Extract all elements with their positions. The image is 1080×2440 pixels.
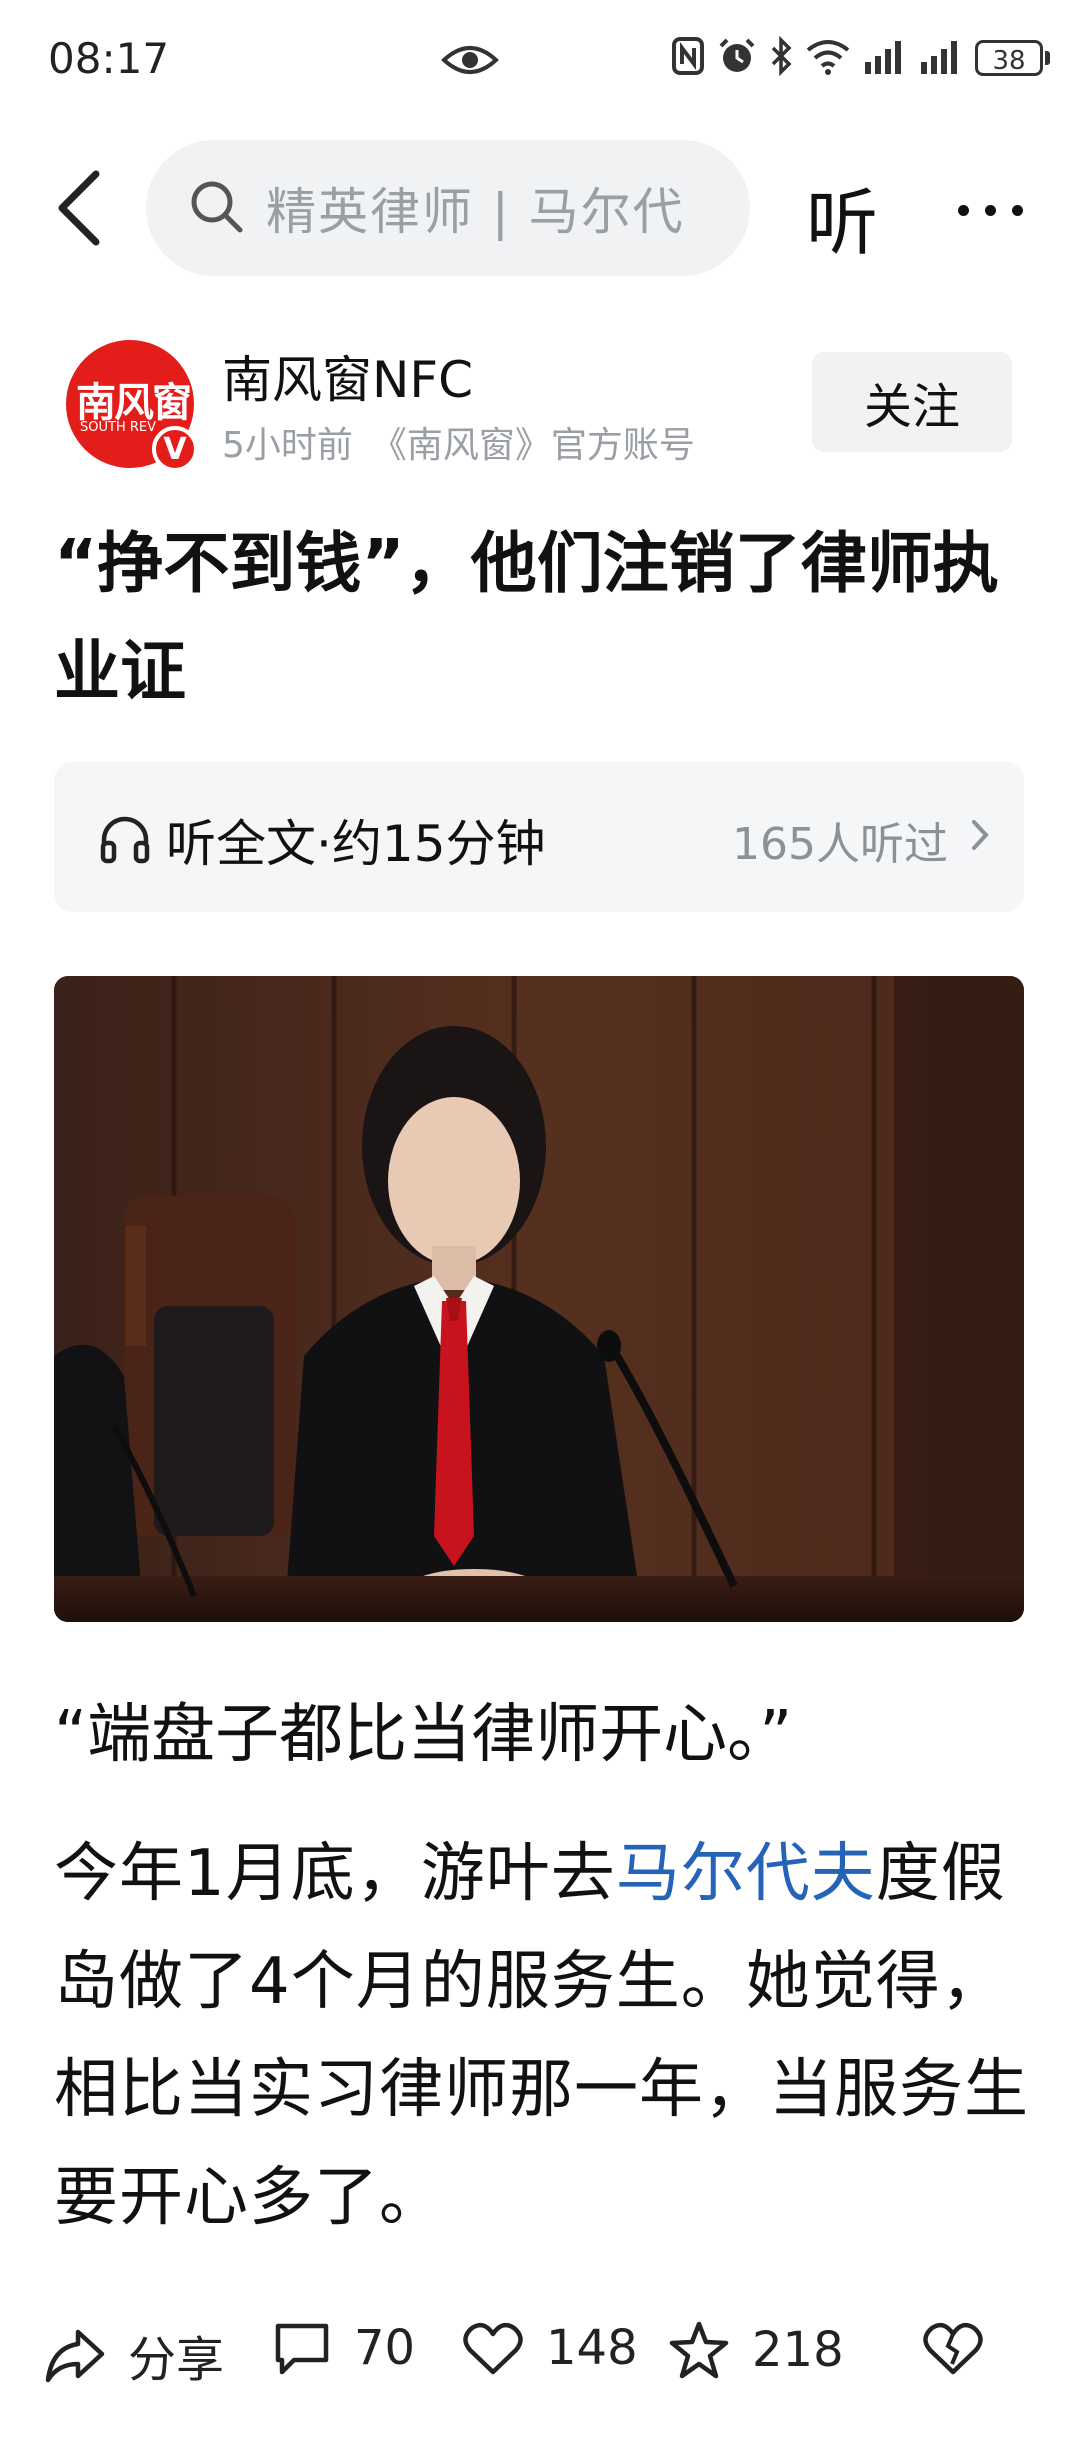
author-name[interactable]: 南风窗NFC — [222, 340, 473, 412]
article-paragraph: 今年1月底，游叶去马尔代夫度假岛做了4个月的服务生。她觉得，相比当实习律师那一年… — [54, 1820, 1044, 2252]
eye-icon — [440, 40, 500, 84]
nfc-icon — [671, 36, 705, 80]
bluetooth-icon — [769, 35, 793, 80]
avatar-logo-subtext: SOUTH REV — [80, 420, 156, 435]
status-icons: 38 — [671, 35, 1050, 80]
comment-button[interactable]: 70 — [272, 2320, 415, 2376]
listen-count: 165人听过 — [732, 819, 948, 870]
like-button[interactable]: 148 — [462, 2320, 638, 2376]
signal-icon — [919, 36, 963, 80]
bottom-action-bar: 分享 70 148 218 — [0, 2300, 1080, 2400]
favorite-count: 218 — [752, 2322, 844, 2378]
courtroom-photo — [54, 976, 1024, 1622]
like-count: 148 — [546, 2320, 638, 2376]
article-quote: “端盘子都比当律师开心。” — [54, 1698, 793, 1772]
listen-label: 听全文·约15分钟 — [166, 815, 546, 873]
follow-button[interactable]: 关注 — [812, 352, 1012, 452]
search-bar[interactable]: 精英律师 | 马尔代 — [146, 140, 750, 276]
top-nav: 精英律师 | 马尔代 听 — [0, 140, 1080, 280]
verified-badge-icon: V — [152, 426, 198, 472]
share-button[interactable]: 分享 — [44, 2320, 224, 2390]
star-icon — [669, 2321, 729, 2379]
dislike-button[interactable] — [922, 2320, 984, 2376]
maldives-link[interactable]: 马尔代夫 — [616, 1837, 876, 1911]
alarm-icon — [717, 36, 757, 80]
author-meta: 5小时前 《南风窗》官方账号 — [222, 425, 695, 466]
battery-icon: 38 — [975, 40, 1050, 76]
wifi-icon — [805, 36, 851, 80]
comment-icon — [275, 2323, 329, 2375]
back-button[interactable] — [50, 168, 120, 248]
favorite-button[interactable]: 218 — [668, 2320, 844, 2380]
listen-full-article-bar[interactable]: 听全文·约15分钟 165人听过 — [54, 762, 1024, 912]
signal-icon — [863, 36, 907, 80]
more-options-icon[interactable] — [940, 170, 1040, 250]
headphones-icon — [98, 812, 152, 870]
status-bar: 08:17 38 — [0, 0, 1080, 120]
share-icon — [45, 2329, 105, 2383]
author-row: 南风窗 SOUTH REV V 南风窗NFC 5小时前 《南风窗》官方账号 关注 — [66, 340, 1026, 472]
paragraph-text: 今年1月底，游叶去 — [54, 1837, 616, 1911]
article-image[interactable] — [54, 976, 1024, 1622]
back-arrow-icon — [58, 170, 100, 246]
comment-count: 70 — [354, 2320, 416, 2376]
article-title: “挣不到钱”，他们注销了律师执业证 — [54, 525, 999, 710]
search-input[interactable]: 精英律师 | 马尔代 — [266, 172, 685, 244]
share-label: 分享 — [128, 2332, 225, 2388]
heart-icon — [463, 2322, 523, 2375]
chevron-right-icon — [970, 818, 990, 856]
battery-level: 38 — [975, 40, 1043, 76]
status-time: 08:17 — [48, 34, 170, 83]
broken-heart-icon — [923, 2322, 983, 2375]
listen-button[interactable]: 听 — [806, 164, 878, 269]
search-icon — [188, 178, 244, 238]
